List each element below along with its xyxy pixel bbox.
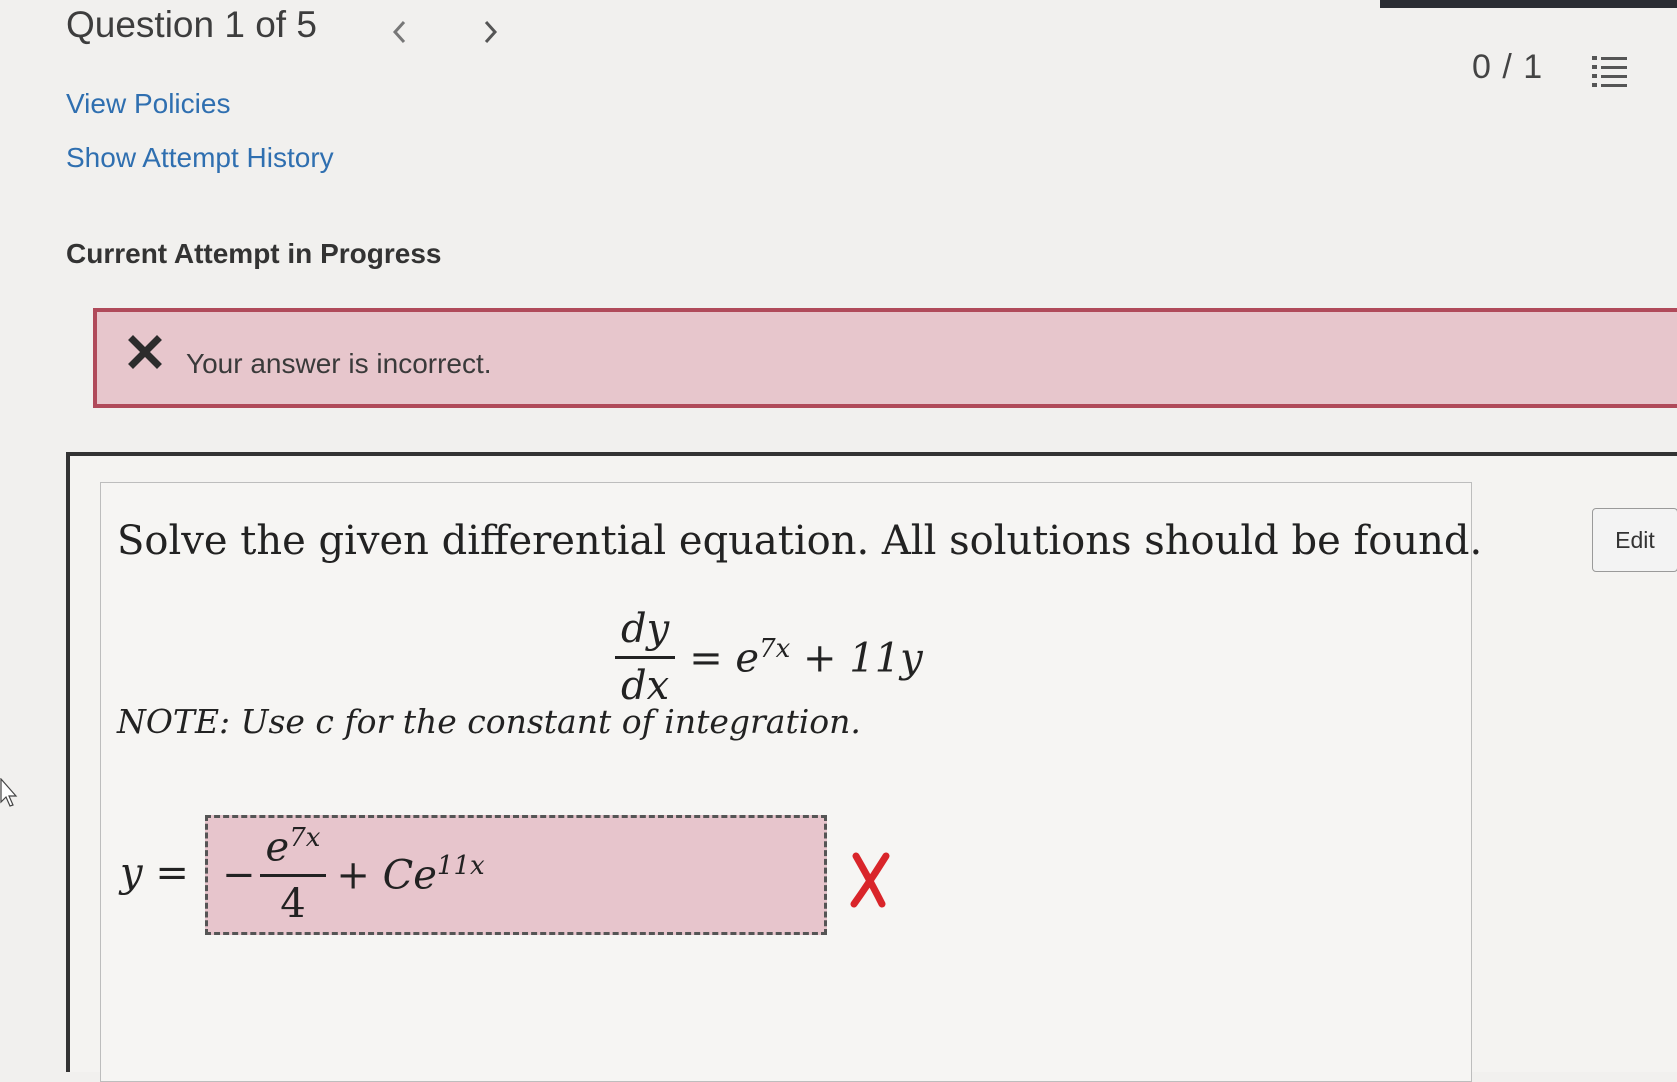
fraction-numerator: dy (621, 606, 670, 652)
differential-equation: dy dx = e7x + 11y (615, 606, 923, 709)
problem-statement: Solve the given differential equation. A… (117, 518, 1483, 564)
score: 0 / 1 (1472, 48, 1544, 86)
equation-rhs: = e7x + 11y (689, 634, 923, 681)
answer-fraction-numerator: e7x (260, 823, 327, 870)
rhs-exponent: 7x (759, 633, 791, 664)
view-policies-link[interactable]: View Policies (66, 88, 230, 120)
list-icon (1592, 56, 1627, 87)
wrong-x-icon (848, 850, 892, 910)
term-base: + Ce (336, 852, 437, 899)
numerator-exponent: 7x (289, 822, 321, 853)
answer-term: + Ce11x (336, 851, 484, 898)
show-attempt-history-link[interactable]: Show Attempt History (66, 142, 334, 174)
answer-fraction: e7x 4 (259, 823, 327, 928)
answer-lhs: y = (120, 850, 189, 896)
x-icon (128, 335, 162, 369)
fraction-bar (615, 656, 676, 659)
mouse-pointer-icon (0, 777, 18, 808)
rhs-base: = e (689, 635, 760, 682)
chevron-left-icon (392, 20, 406, 44)
edit-button[interactable]: Edit (1592, 508, 1677, 572)
derivative-fraction: dy dx (615, 606, 676, 709)
answer-fraction-bar (259, 874, 327, 878)
answer-minus: − (222, 852, 256, 898)
question-content (100, 482, 1472, 1082)
top-edge-bar (1380, 0, 1677, 8)
question-label: Question 1 of 5 (66, 4, 317, 45)
answer-input[interactable]: − e7x 4 + Ce11x (205, 815, 827, 935)
next-question-button[interactable] (470, 12, 510, 52)
integration-note: NOTE: Use c for the constant of integrat… (117, 702, 861, 741)
attempt-heading: Current Attempt in Progress (66, 238, 442, 269)
question-list-button[interactable] (1590, 52, 1630, 88)
previous-question-button[interactable] (380, 12, 420, 52)
chevron-right-icon (484, 20, 498, 44)
numerator-base: e (265, 824, 290, 871)
feedback-message: Your answer is incorrect. (186, 348, 492, 379)
rhs-rest: + 11y (803, 635, 923, 682)
answer-fraction-denominator: 4 (280, 881, 306, 928)
term-exponent: 11x (436, 851, 485, 882)
